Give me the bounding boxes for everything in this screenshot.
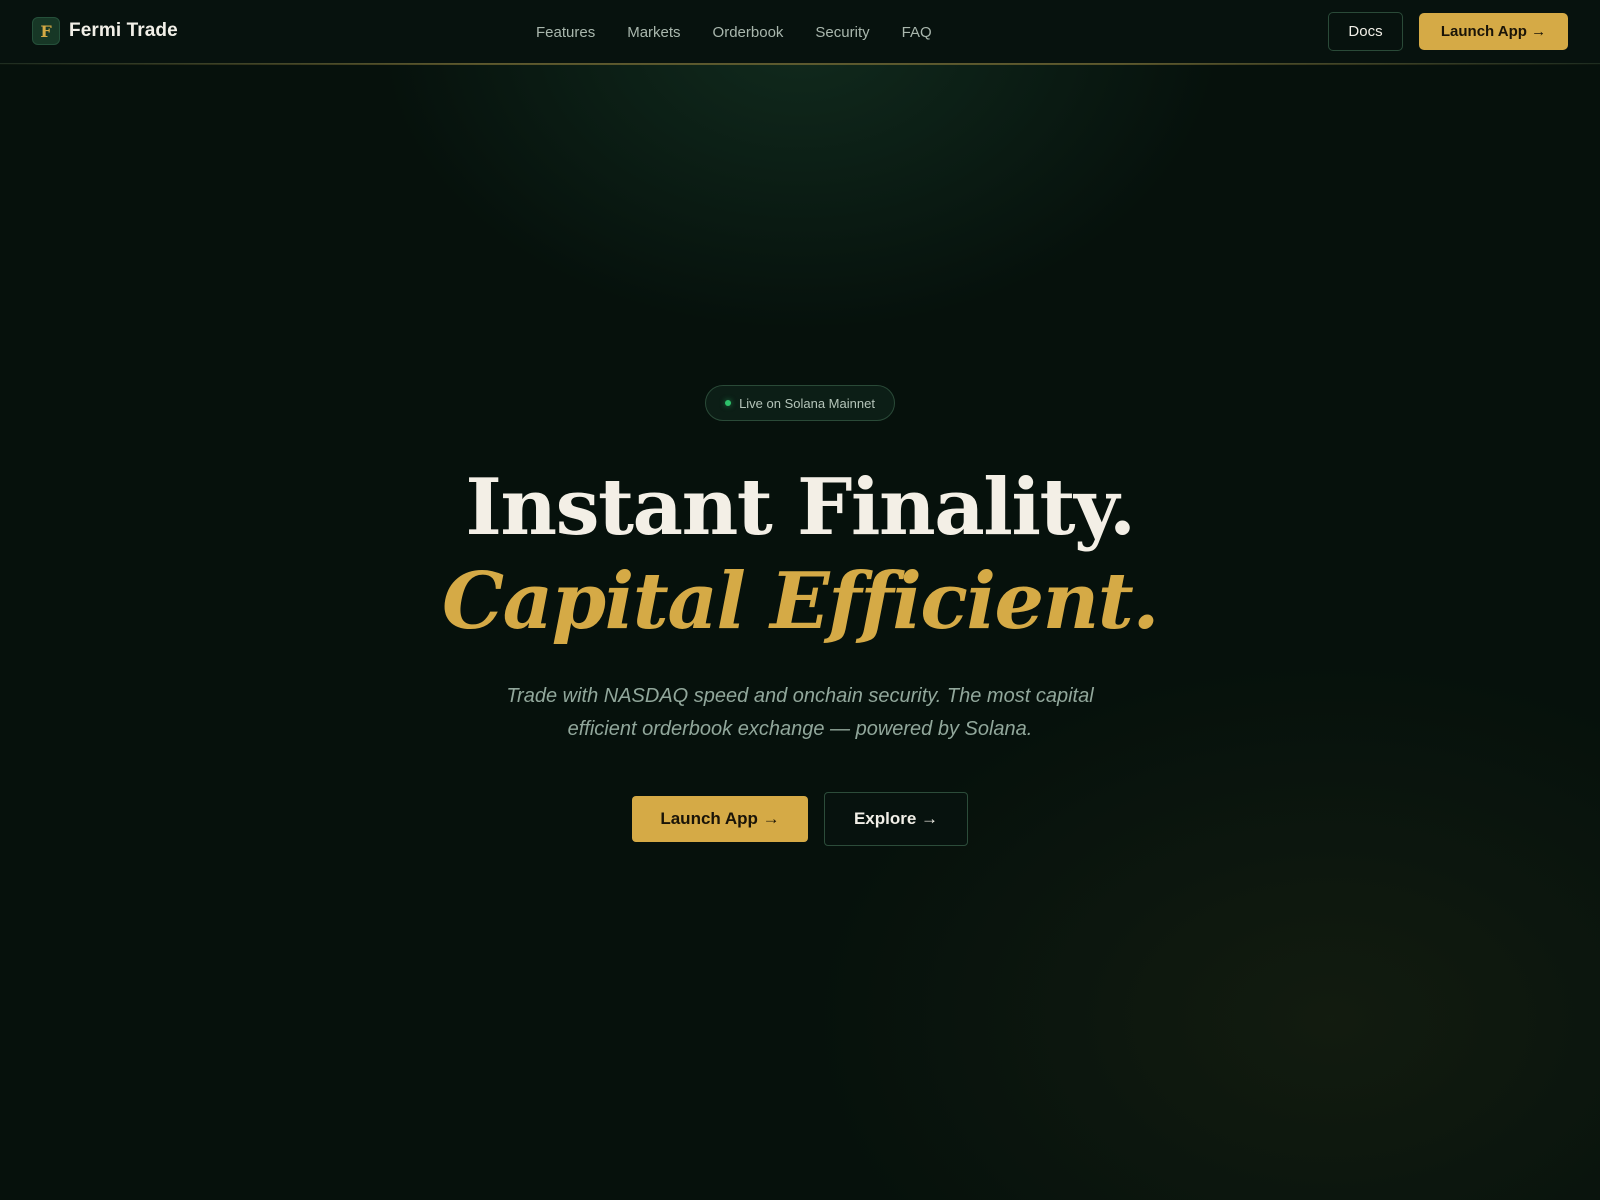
explore-button[interactable]: Explore → <box>824 792 968 846</box>
nav-links: Features Markets Orderbook Security FAQ <box>536 0 932 64</box>
nav-link-features[interactable]: Features <box>536 24 595 41</box>
hero-subtitle: Trade with NASDAQ speed and onchain secu… <box>506 685 1094 740</box>
logo-mark-icon: F <box>32 17 60 45</box>
top-nav: F Fermi Trade Features Markets Orderbook… <box>0 0 1600 64</box>
landing-page: F Fermi Trade Features Markets Orderbook… <box>0 0 1600 1200</box>
brand-name: Fermi Trade <box>69 20 178 41</box>
headline-line-2: Capital Efficient. <box>442 556 1159 647</box>
header-divider <box>0 63 1600 65</box>
brand-logo[interactable]: F Fermi Trade <box>32 16 178 46</box>
network-status-badge: Live on Solana Mainnet <box>705 385 895 421</box>
nav-link-security[interactable]: Security <box>815 24 869 41</box>
docs-button[interactable]: Docs <box>1328 12 1403 51</box>
live-status-dot-icon <box>725 400 732 406</box>
launch-app-nav-button[interactable]: Launch App → <box>1419 13 1568 50</box>
nav-link-faq[interactable]: FAQ <box>902 24 932 41</box>
nav-link-markets[interactable]: Markets <box>627 24 680 41</box>
nav-link-orderbook[interactable]: Orderbook <box>713 24 784 41</box>
badge-text: Live on Solana Mainnet <box>739 395 875 411</box>
headline-line-1: Instant Finality. <box>465 462 1136 553</box>
launch-app-hero-button[interactable]: Launch App → <box>632 796 808 842</box>
